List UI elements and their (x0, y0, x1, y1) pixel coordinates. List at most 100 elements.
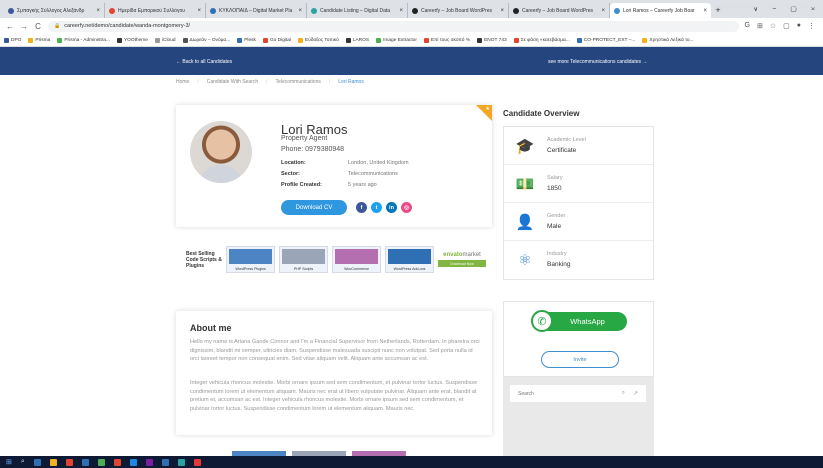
bookmark-item[interactable]: Δωρεάν – Ονόμα... (182, 37, 230, 43)
browser-tab[interactable]: Lori Ramos – Careerfy Job Boar × (610, 3, 711, 18)
tab-favicon-icon (311, 7, 317, 14)
back-to-candidates-link[interactable]: ← Back to all Candidates (176, 59, 232, 65)
facebook-icon[interactable]: f (356, 202, 367, 213)
taskbar-app-icon[interactable] (177, 458, 185, 466)
tab-close-icon[interactable]: × (197, 8, 201, 14)
candidate-phone: Phone: 0979380948 (281, 146, 345, 153)
bookmark-favicon-icon (513, 37, 519, 43)
taskbar-app-icon[interactable] (129, 458, 137, 466)
taskbar-app-icon[interactable] (33, 458, 41, 466)
overview-label: Salary (547, 175, 563, 181)
bookmark-item[interactable]: iCloud (154, 37, 176, 43)
bookmark-label: Image Extractor (383, 37, 417, 43)
bookmark-favicon-icon (154, 37, 160, 43)
bookmark-item[interactable]: Prisma (28, 37, 50, 43)
url-field[interactable]: 🔒 careerfy.net/demo/candidate/wanda-mont… (48, 20, 739, 32)
profile-icon[interactable]: ● (797, 22, 801, 30)
tab-close-icon[interactable]: × (96, 8, 100, 14)
tab-close-icon[interactable]: × (601, 8, 605, 14)
taskbar-app-icon[interactable] (145, 458, 153, 466)
bookmark-item[interactable]: Prisma - Administra... (57, 37, 110, 43)
bookmark-item[interactable]: Go Digital (262, 37, 291, 43)
money-icon: 💵 (515, 176, 535, 193)
share-icon[interactable]: ↗ (633, 390, 638, 397)
featured-star-icon: ★ (485, 106, 490, 112)
user-icon: 👤 (515, 214, 535, 231)
back-button[interactable]: ← (6, 22, 14, 31)
banner-item[interactable]: WordPress Add-ons (385, 246, 434, 273)
clock[interactable]: 3:24 μμ (802, 4, 817, 9)
taskbar-app-icon[interactable] (97, 458, 105, 466)
bookmark-item[interactable]: YOOtheme (116, 37, 148, 43)
bookmark-item[interactable]: Image Extractor (376, 37, 417, 43)
detail-location: Location: London, United Kingdom (281, 160, 409, 166)
twitter-icon[interactable]: t (371, 202, 382, 213)
bookmark-item[interactable]: Εύδοξος Τοπικό (298, 37, 339, 43)
search-input[interactable]: Search ⌕ ↗ (510, 385, 646, 402)
breadcrumb-telecommunications[interactable]: Telecommunications (276, 79, 321, 85)
breadcrumb-candidate-with-search[interactable]: Candidate With Search (207, 79, 258, 85)
bookmark-item[interactable]: Σε φάση «κατεβάσμα... (513, 37, 570, 43)
google-icon[interactable]: G (745, 22, 750, 30)
bookmark-favicon-icon (298, 37, 303, 43)
language-indicator[interactable]: ENG (787, 4, 797, 9)
bookmark-item[interactable]: LAROS (345, 37, 369, 43)
bookmark-item[interactable]: CO-PROTECT_EXT –... (576, 37, 635, 43)
overview-label: Industry (547, 251, 567, 257)
taskbar-app-icon[interactable] (193, 458, 201, 466)
browser-tab[interactable]: Candidate Listing – Digital Data × (307, 3, 408, 18)
browser-tab[interactable]: Careerfy – Job Board WordPres × (509, 3, 610, 18)
download-cv-button[interactable]: Download CV (281, 200, 347, 215)
banner-item[interactable]: PHP Scripts (279, 246, 329, 273)
bookmark-item[interactable]: Χρηστικά Λεξικά το... (642, 37, 694, 43)
taskbar-app-icon[interactable] (161, 458, 169, 466)
bookmark-favicon-icon (262, 37, 268, 43)
bookmark-star-icon[interactable]: ☆ (770, 22, 776, 30)
taskbar-app-icon[interactable] (49, 458, 57, 466)
start-button[interactable]: ⊞ (6, 458, 12, 466)
envato-banner-ad[interactable]: Best Selling Code Scripts & Plugins Word… (186, 246, 486, 273)
tab-close-icon[interactable]: × (399, 8, 403, 14)
forward-button[interactable]: → (20, 22, 28, 31)
tab-close-icon[interactable]: × (298, 8, 302, 14)
bookmark-favicon-icon (576, 37, 582, 43)
bookmark-item[interactable]: DPO (4, 37, 21, 43)
taskbar-search-icon[interactable]: ⌕ (21, 458, 25, 466)
bookmark-item[interactable]: Plesk (237, 37, 256, 43)
taskbar-app-icon[interactable] (113, 458, 121, 466)
browser-tab[interactable]: Σμπαγκής Σύλλογος Αλεξάνδρ × (4, 3, 105, 18)
browser-tab[interactable]: Ημερίδα Εμπορικού Συλλόγου × (105, 3, 206, 18)
banner-item[interactable]: WooCommerce (332, 246, 382, 273)
envato-download-button[interactable]: Download Now (438, 260, 486, 267)
search-icon[interactable]: ⌕ (622, 390, 625, 397)
dribbble-icon[interactable]: ◎ (401, 202, 412, 213)
more-candidates-link[interactable]: see more Telecommunications candidates → (548, 59, 647, 65)
extensions-grid-icon[interactable]: ⊞ (757, 22, 763, 30)
linkedin-icon[interactable]: in (386, 202, 397, 213)
invite-button[interactable]: Invite (541, 351, 619, 368)
browser-tab[interactable]: ΚΥΚΛΟΠΑΙΔ – Digital Market Pla × (206, 3, 307, 18)
detail-value: 5 years ago (348, 182, 377, 188)
tab-close-icon[interactable]: × (500, 8, 504, 14)
detail-sector: Sector: Telecommunications (281, 171, 398, 177)
taskbar-app-icon[interactable] (81, 458, 89, 466)
bookmark-label: Εύδοξος Τοπικό (305, 37, 339, 43)
tray-icons[interactable]: ∧ ⊡ ☷ (768, 3, 782, 9)
detail-value: Telecommunications (348, 171, 398, 177)
banner-item[interactable]: WordPress Plugins (226, 246, 276, 273)
bookmark-item[interactable]: Επί τους σκοπό % (423, 37, 470, 43)
bookmark-item[interactable]: ENOT 743 (477, 37, 507, 43)
banner-caption: PHP Scripts (293, 267, 314, 271)
bookmark-label: Plesk (244, 37, 256, 43)
menu-icon[interactable]: ⋮ (808, 22, 815, 30)
breadcrumb-home[interactable]: Home (176, 79, 189, 85)
browser-tab[interactable]: Careerfy – Job Board WordPres × (408, 3, 509, 18)
reload-button[interactable]: C (34, 22, 42, 31)
tab-title: Careerfy – Job Board WordPres (421, 7, 493, 14)
whatsapp-icon[interactable]: ✆ (531, 310, 553, 332)
envato-market-logo[interactable]: envatomarket Download Now (438, 248, 486, 272)
sidepanel-icon[interactable]: ▢ (783, 22, 790, 30)
tab-close-icon[interactable]: × (703, 8, 707, 14)
taskbar-app-icon[interactable] (65, 458, 73, 466)
weather-text[interactable]: 16°C Εντονος νεφώσ... (717, 4, 763, 9)
